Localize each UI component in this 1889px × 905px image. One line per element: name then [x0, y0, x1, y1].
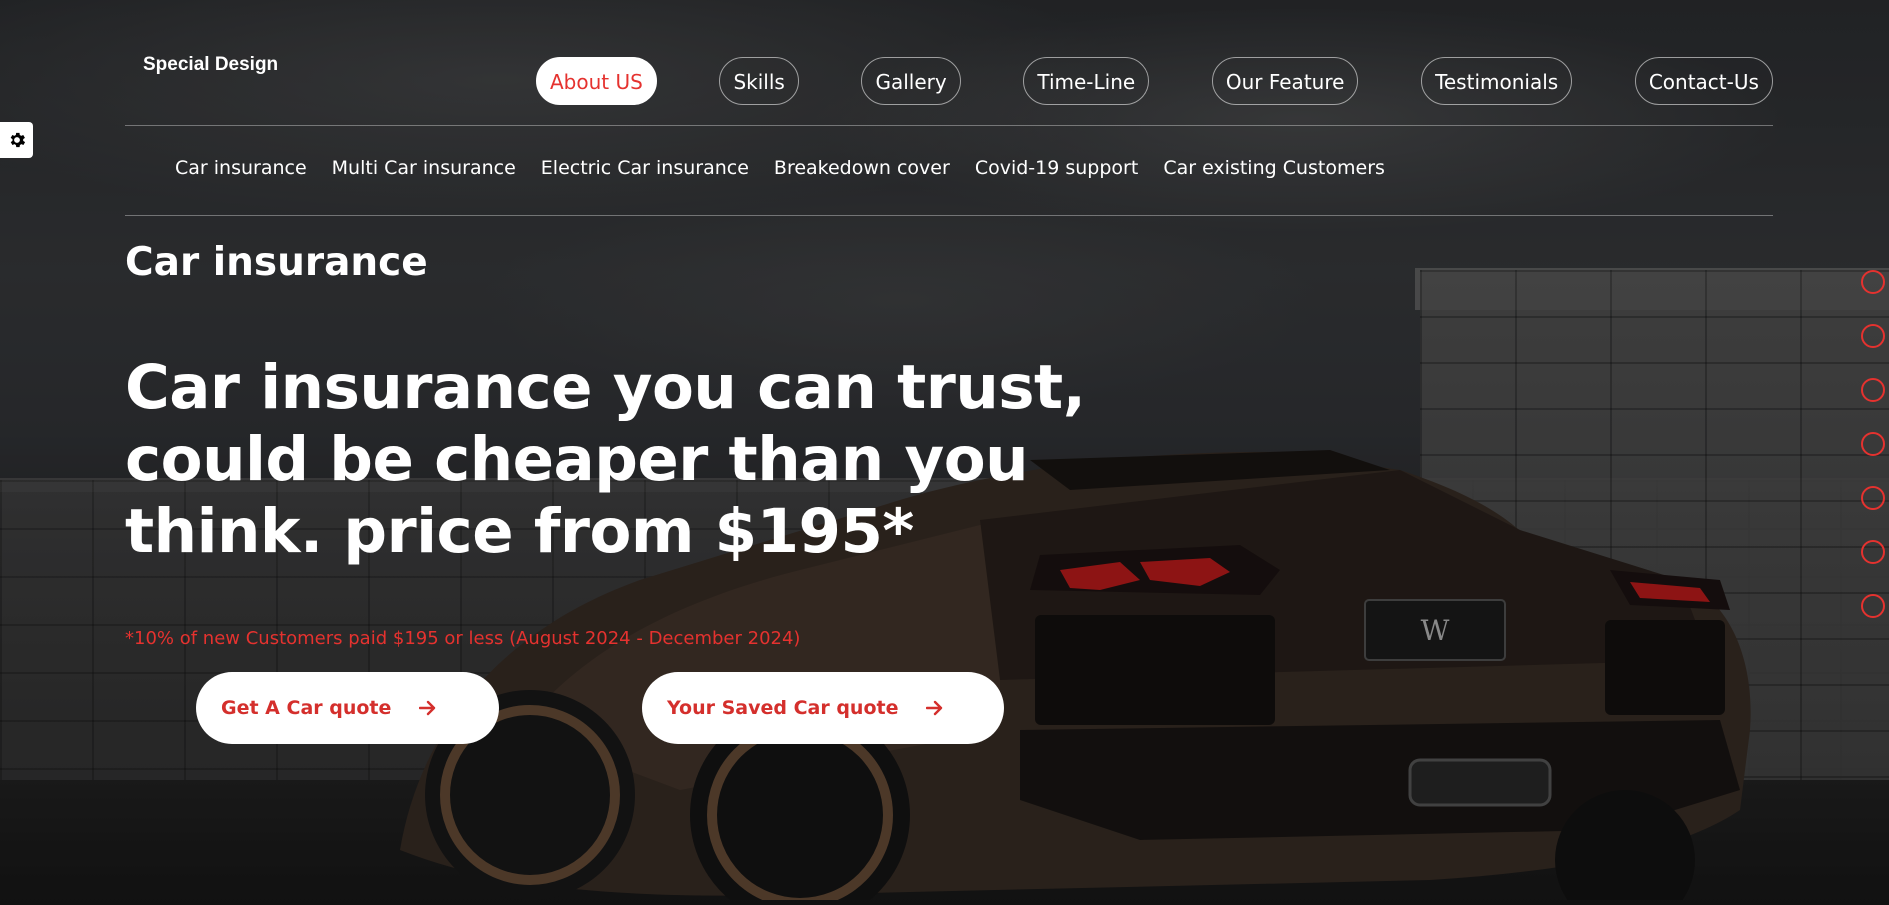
- price-footnote: *10% of new Customers paid $195 or less …: [125, 628, 801, 649]
- subnav-multi-car-insurance[interactable]: Multi Car insurance: [332, 157, 516, 179]
- section-bullet-7[interactable]: [1861, 594, 1885, 618]
- nav-item-about-us[interactable]: About US: [536, 57, 657, 105]
- headline-line-1: Car insurance you can trust,: [125, 352, 1086, 423]
- sub-nav: Car insurance Multi Car insurance Electr…: [175, 157, 1385, 179]
- main-nav: About US Skills Gallery Time-Line Our Fe…: [536, 57, 1773, 107]
- section-bullet-1[interactable]: [1861, 270, 1885, 294]
- nav-item-contact-us[interactable]: Contact-Us: [1634, 57, 1773, 105]
- section-bullets: [1859, 270, 1889, 648]
- section-bullet-4[interactable]: [1861, 432, 1885, 456]
- subnav-breakdown-cover[interactable]: Breakedown cover: [774, 157, 950, 179]
- subnav-electric-car-insurance[interactable]: Electric Car insurance: [541, 157, 749, 179]
- section-bullet-3[interactable]: [1861, 378, 1885, 402]
- divider-bottom: [125, 215, 1773, 216]
- saved-car-quote-button[interactable]: Your Saved Car quote: [642, 672, 1004, 744]
- get-car-quote-label: Get A Car quote: [221, 697, 392, 719]
- nav-item-time-line[interactable]: Time-Line: [1023, 57, 1150, 105]
- hero-section: W Special Design About US Skills Gallery…: [0, 0, 1889, 905]
- get-car-quote-button[interactable]: Get A Car quote: [196, 672, 499, 744]
- nav-item-testimonials[interactable]: Testimonials: [1421, 57, 1573, 105]
- site-logo[interactable]: Special Design: [143, 54, 278, 76]
- hero-headline: Car insurance you can trust, could be ch…: [125, 352, 1125, 568]
- section-bullet-2[interactable]: [1861, 324, 1885, 348]
- section-bullet-5[interactable]: [1861, 486, 1885, 510]
- subnav-covid-support[interactable]: Covid-19 support: [975, 157, 1139, 179]
- divider-top: [125, 125, 1773, 126]
- subnav-existing-customers[interactable]: Car existing Customers: [1163, 157, 1385, 179]
- section-title: Car insurance: [125, 240, 428, 285]
- section-bullet-6[interactable]: [1861, 540, 1885, 564]
- nav-item-skills[interactable]: Skills: [719, 57, 799, 105]
- subnav-car-insurance[interactable]: Car insurance: [175, 157, 307, 179]
- arrow-right-icon: [419, 700, 437, 716]
- saved-car-quote-label: Your Saved Car quote: [667, 697, 899, 719]
- nav-item-our-feature[interactable]: Our Feature: [1211, 57, 1359, 105]
- nav-item-gallery[interactable]: Gallery: [861, 57, 961, 105]
- gear-icon: [10, 132, 25, 148]
- headline-line-2: could be cheaper than you: [125, 424, 1029, 495]
- headline-line-3: think. price from $195*: [125, 496, 914, 567]
- settings-toggle-button[interactable]: [0, 122, 33, 158]
- arrow-right-icon: [926, 700, 944, 716]
